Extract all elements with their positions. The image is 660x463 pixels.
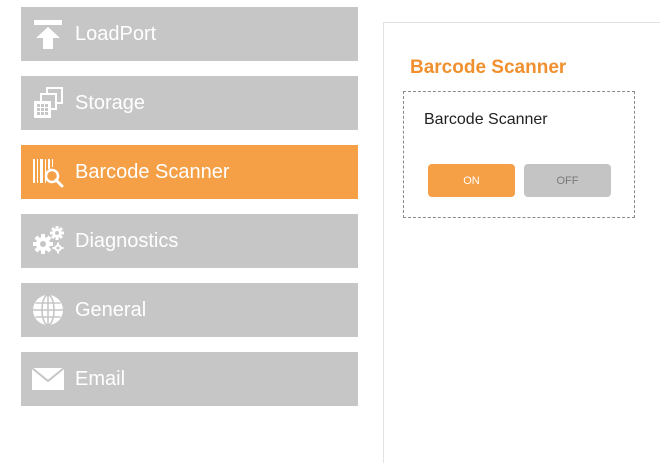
off-button[interactable]: OFF bbox=[524, 164, 611, 197]
sidebar-item-loadport[interactable]: LoadPort bbox=[21, 7, 358, 61]
upload-arrow-icon bbox=[29, 15, 67, 53]
sidebar-item-label: LoadPort bbox=[75, 22, 157, 45]
sidebar-item-general[interactable]: General bbox=[21, 283, 358, 337]
sidebar-item-label: Diagnostics bbox=[75, 229, 179, 252]
sidebar-item-storage[interactable]: Storage bbox=[21, 76, 358, 130]
envelope-icon bbox=[29, 360, 67, 398]
gears-icon bbox=[29, 222, 67, 260]
sidebar-item-label: General bbox=[75, 298, 147, 321]
globe-icon bbox=[29, 291, 67, 329]
sidebar-item-diagnostics[interactable]: Diagnostics bbox=[21, 214, 358, 268]
setting-label: Barcode Scanner bbox=[424, 111, 548, 128]
sidebar-item-label: Barcode Scanner bbox=[75, 160, 230, 183]
settings-panel: Barcode Scanner Barcode Scanner ON OFF bbox=[383, 22, 660, 463]
on-button[interactable]: ON bbox=[428, 164, 515, 197]
sidebar-item-label: Email bbox=[75, 367, 126, 390]
sidebar-item-email[interactable]: Email bbox=[21, 352, 358, 406]
storage-stack-icon bbox=[29, 84, 67, 122]
barcode-search-icon bbox=[29, 153, 67, 191]
sidebar-item-barcode-scanner[interactable]: Barcode Scanner bbox=[21, 145, 358, 199]
panel-title: Barcode Scanner bbox=[410, 57, 567, 78]
barcode-scanner-setting-group: Barcode Scanner ON OFF bbox=[403, 91, 635, 218]
sidebar-item-label: Storage bbox=[75, 91, 146, 114]
